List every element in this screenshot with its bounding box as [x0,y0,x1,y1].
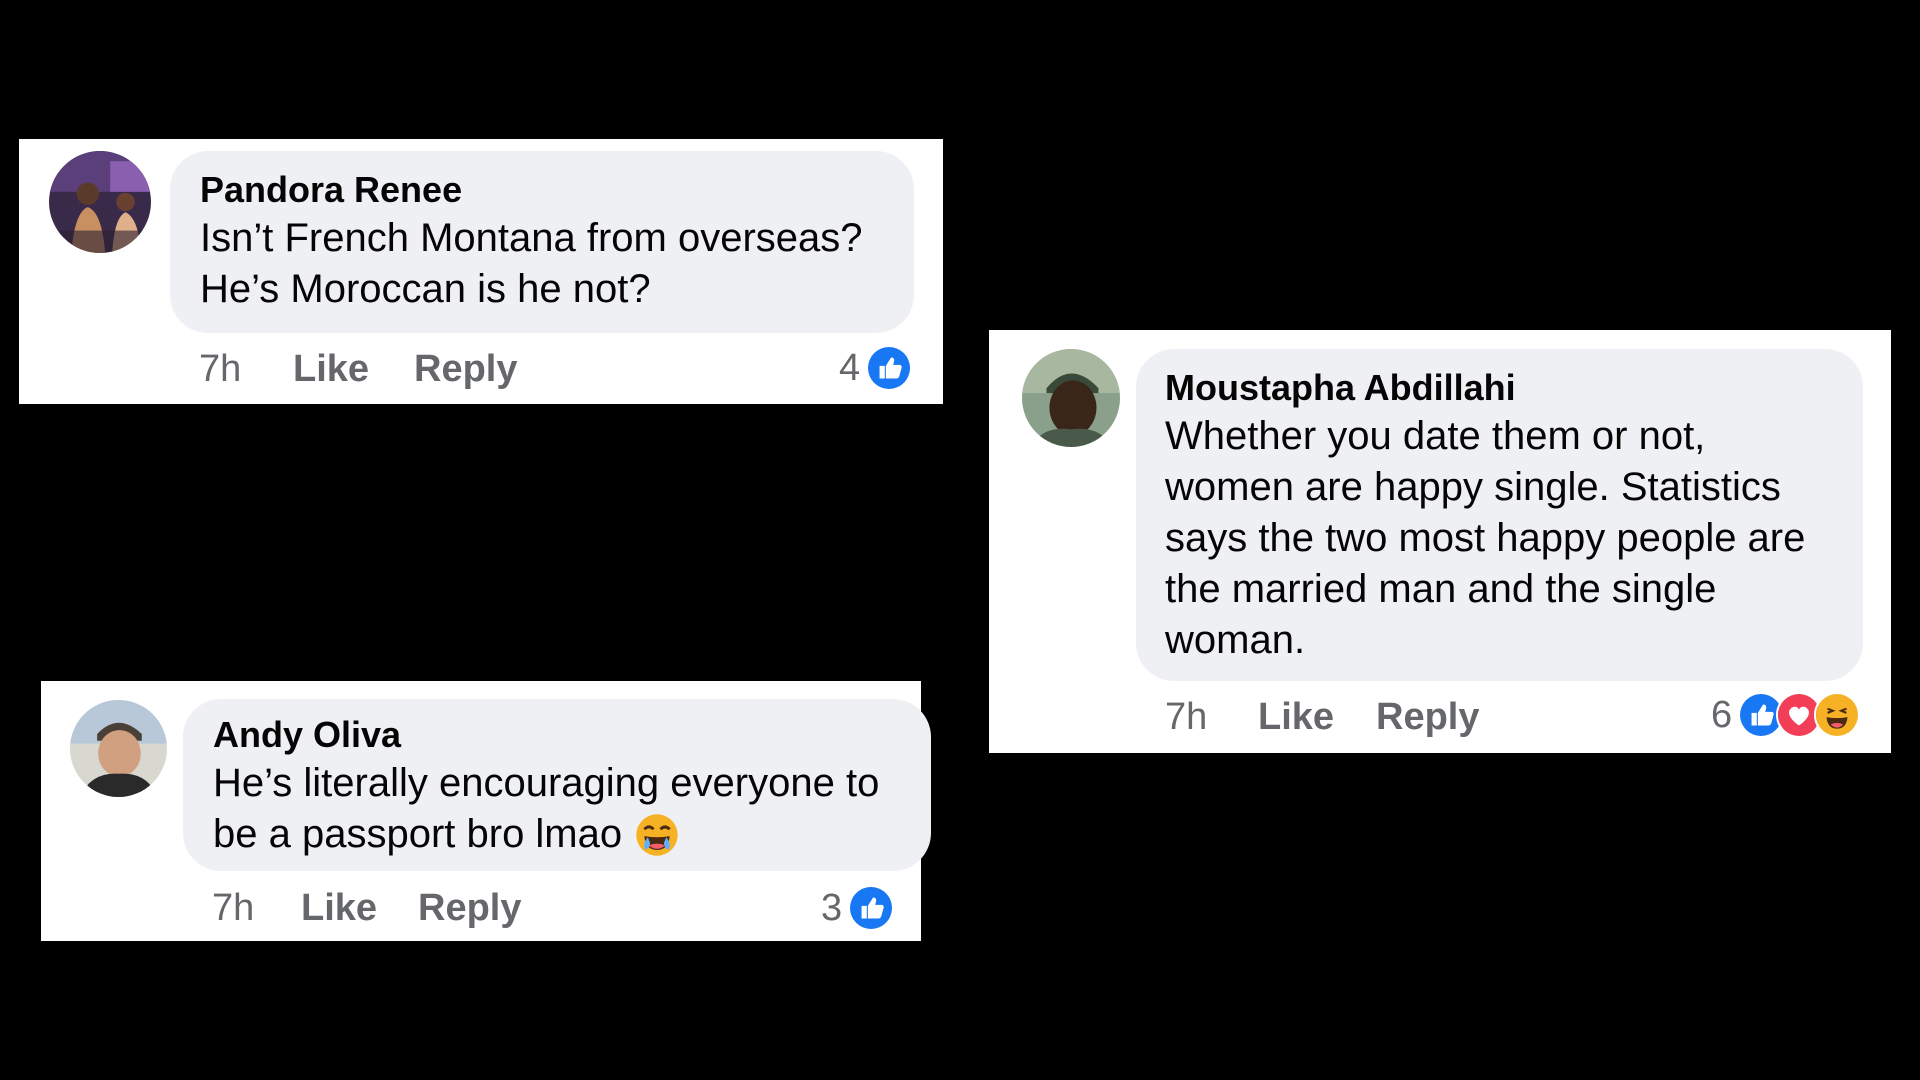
comment-actions: 7h Like Reply [212,885,712,931]
comment-author[interactable]: Moustapha Abdillahi [1165,365,1833,411]
like-button[interactable]: Like [293,346,369,392]
avatar[interactable] [70,700,167,797]
comment-card-moustapha: Moustapha Abdillahi Whether you date the… [989,330,1891,753]
comment-text-line: says the two most happy people are [1165,516,1806,560]
comment-time[interactable]: 7h [212,885,254,931]
comment-text-line: He’s literally encouraging everyone to [213,761,880,805]
comment-text-line: Whether you date them or not, [1165,414,1706,458]
haha-icon [1814,692,1861,738]
comment-text-line: be a passport bro lmao [213,812,623,856]
avatar-image [70,700,167,797]
reply-button[interactable]: Reply [418,885,521,931]
comment-author[interactable]: Pandora Renee [200,167,884,213]
reaction-summary[interactable]: 3 [821,885,895,931]
reaction-summary[interactable]: 6 [1711,692,1861,738]
comment-bubble: Andy Oliva He’s literally encouraging ev… [183,699,931,871]
comment-author[interactable]: Andy Oliva [213,712,901,758]
laughing-tears-emoji [634,812,680,858]
reply-button[interactable]: Reply [414,346,517,392]
avatar[interactable] [1022,349,1120,447]
comment-text-line-with-emoji: be a passport bro lmao [213,809,901,860]
like-button[interactable]: Like [1258,694,1334,740]
comment-actions: 7h Like Reply [199,346,699,392]
avatar-image [49,151,151,253]
avatar[interactable] [49,151,151,253]
reaction-count: 3 [821,887,843,929]
comment-time[interactable]: 7h [1165,694,1207,740]
comment-text-line: woman. [1165,618,1306,662]
comment-bubble: Moustapha Abdillahi Whether you date the… [1136,349,1863,681]
comment-card-pandora: Pandora Renee Isn’t French Montana from … [19,139,943,404]
reply-button[interactable]: Reply [1376,694,1479,740]
like-icon [848,885,895,931]
comment-actions: 7h Like Reply [1165,694,1665,740]
comment-time[interactable]: 7h [199,346,241,392]
comment-text-line: Isn’t French Montana from overseas? [200,216,863,260]
like-button[interactable]: Like [301,885,377,931]
comment-card-andy: Andy Oliva He’s literally encouraging ev… [41,681,931,941]
comment-text-line: He’s Moroccan is he not? [200,267,651,311]
reaction-count: 6 [1711,694,1733,736]
like-icon [866,345,913,391]
reaction-count: 4 [839,347,861,389]
reaction-summary[interactable]: 4 [839,345,913,391]
comment-text-line: women are happy single. Statistics [1165,465,1781,509]
comment-text-line: the married man and the single [1165,567,1717,611]
avatar-image [1022,349,1120,447]
comment-bubble: Pandora Renee Isn’t French Montana from … [170,151,914,333]
